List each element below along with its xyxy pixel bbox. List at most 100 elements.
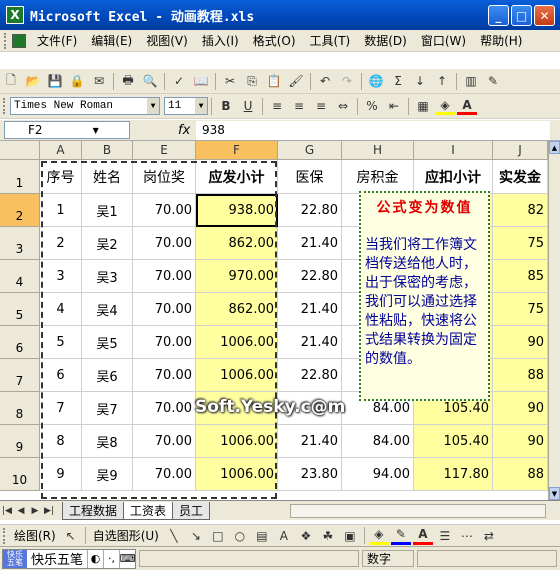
line-color-icon[interactable]: ✎ (390, 527, 411, 545)
menu-format[interactable]: 格式(O) (246, 32, 303, 49)
menu-edit[interactable]: 编辑(E) (84, 32, 139, 49)
column-title-f[interactable]: 应发小计 (196, 160, 278, 194)
row-header[interactable]: 6 (0, 326, 40, 359)
ime-moon-icon[interactable]: ◐ (87, 549, 103, 568)
font-color-icon[interactable]: A (412, 527, 433, 545)
column-title-i[interactable]: 应扣小计 (414, 160, 493, 194)
col-header-j[interactable]: J (493, 141, 548, 160)
col-header-e[interactable]: E (133, 141, 196, 160)
cell-e[interactable]: 70.00 (133, 260, 196, 293)
diagram-icon[interactable]: ❖ (296, 527, 316, 545)
email-icon[interactable]: ✉ (89, 72, 109, 90)
bold-icon[interactable]: B (216, 97, 236, 115)
cell-i[interactable]: 117.80 (414, 458, 493, 491)
select-objects-icon[interactable]: ↖ (61, 527, 81, 545)
underline-icon[interactable]: U (238, 97, 258, 115)
cell-g[interactable]: 21.40 (278, 425, 342, 458)
borders-icon[interactable]: ▦ (413, 97, 433, 115)
menu-tools[interactable]: 工具(T) (303, 32, 358, 49)
merge-center-icon[interactable]: ⇔ (333, 97, 353, 115)
font-size-select[interactable]: 11 ▼ (164, 97, 208, 115)
cell-h[interactable]: 94.00 (342, 458, 414, 491)
copy-icon[interactable]: ⎘ (242, 72, 262, 90)
cell-a[interactable]: 7 (40, 392, 82, 425)
row-header[interactable]: 3 (0, 227, 40, 260)
chart-wizard-icon[interactable]: ▥ (461, 72, 481, 90)
name-box[interactable]: F2 ▼ (4, 121, 130, 139)
menu-grip[interactable] (4, 32, 8, 49)
close-button[interactable]: ✕ (534, 5, 555, 26)
row-header[interactable]: 4 (0, 260, 40, 293)
scroll-up-icon[interactable]: ▲ (549, 141, 560, 154)
chevron-down-icon[interactable]: ▼ (147, 98, 159, 114)
cell-g[interactable]: 22.80 (278, 194, 342, 227)
cell-f[interactable]: 1006.00 (196, 458, 278, 491)
cell-j[interactable]: 88 (493, 458, 548, 491)
worksheet-grid[interactable]: A B E F G H I J 1 序号 姓名 岗位奖 应发小计 医保 房积金 应扣小计 实发金… (0, 141, 548, 500)
cell-a[interactable]: 8 (40, 425, 82, 458)
col-header-h[interactable]: H (342, 141, 414, 160)
arrow-style-icon[interactable]: ⇄ (479, 527, 499, 545)
sort-descending-icon[interactable]: ↑ (432, 72, 452, 90)
cell-h[interactable]: 84.00 (342, 425, 414, 458)
sheet-tab-engineering[interactable]: 工程数据 (62, 501, 125, 520)
cell-b[interactable]: 吴7 (82, 392, 133, 425)
toolbar-grip[interactable] (3, 527, 7, 544)
menu-help[interactable]: 帮助(H) (473, 32, 529, 49)
cell-i[interactable]: 105.40 (414, 425, 493, 458)
cell-j[interactable]: 90 (493, 326, 548, 359)
ime-toolbar[interactable]: 快乐 五笔 快乐五笔 ◐ ·, ⌨ (2, 548, 137, 569)
print-icon[interactable]: 🖶 (118, 72, 138, 90)
col-header-a[interactable]: A (40, 141, 82, 160)
column-title-g[interactable]: 医保 (278, 160, 342, 194)
paste-icon[interactable]: 📋 (264, 72, 284, 90)
permission-icon[interactable]: 🔒 (67, 72, 87, 90)
arrow-icon[interactable]: ↘ (186, 527, 206, 545)
column-title-e[interactable]: 岗位奖 (133, 160, 196, 194)
cell-b[interactable]: 吴9 (82, 458, 133, 491)
font-color-icon[interactable]: A (457, 97, 477, 115)
redo-icon[interactable]: ↷ (337, 72, 357, 90)
cell-j[interactable]: 75 (493, 227, 548, 260)
ime-name[interactable]: 快乐五笔 (27, 549, 87, 568)
undo-icon[interactable]: ↶ (315, 72, 335, 90)
chevron-down-icon[interactable]: ▼ (195, 98, 207, 114)
drawing-icon[interactable]: ✎ (483, 72, 503, 90)
align-left-icon[interactable]: ≡ (267, 97, 287, 115)
cell-b[interactable]: 吴1 (82, 194, 133, 227)
select-all-corner[interactable] (0, 141, 40, 160)
format-painter-icon[interactable]: 🖌 (286, 72, 306, 90)
line-icon[interactable]: ╲ (164, 527, 184, 545)
column-title-j[interactable]: 实发金 (493, 160, 548, 194)
next-sheet-icon[interactable]: ▶ (28, 504, 42, 518)
autoshapes-menu-button[interactable]: 自选图形(U) (89, 527, 163, 544)
col-header-i[interactable]: I (414, 141, 493, 160)
first-sheet-icon[interactable]: |◀ (0, 504, 14, 518)
print-preview-icon[interactable]: 🔍 (140, 72, 160, 90)
cell-b[interactable]: 吴3 (82, 260, 133, 293)
font-name-select[interactable]: Times New Roman ▼ (10, 97, 160, 115)
cell-e[interactable]: 70.00 (133, 359, 196, 392)
save-icon[interactable]: 💾 (45, 72, 65, 90)
oval-icon[interactable]: ○ (230, 527, 250, 545)
cell-g[interactable]: 21.40 (278, 227, 342, 260)
cell-b[interactable]: 吴5 (82, 326, 133, 359)
column-title-a[interactable]: 序号 (40, 160, 82, 194)
toolbar-grip[interactable] (3, 98, 7, 114)
cell-f[interactable]: 1006.00 (196, 359, 278, 392)
cell-e[interactable]: 70.00 (133, 392, 196, 425)
sheet-tab-salary[interactable]: 工资表 (123, 501, 174, 520)
last-sheet-icon[interactable]: ▶| (42, 504, 56, 518)
cell-e[interactable]: 70.00 (133, 458, 196, 491)
cell-f[interactable]: 862.00 (196, 293, 278, 326)
cell-f[interactable]: 862.00 (196, 227, 278, 260)
minimize-button[interactable]: _ (488, 5, 509, 26)
column-title-b[interactable]: 姓名 (82, 160, 133, 194)
cell-e[interactable]: 70.00 (133, 194, 196, 227)
rectangle-icon[interactable]: □ (208, 527, 228, 545)
row-header[interactable]: 8 (0, 392, 40, 425)
cell-a[interactable]: 3 (40, 260, 82, 293)
new-icon[interactable]: 🗋 (1, 72, 21, 90)
row-header-1[interactable]: 1 (0, 160, 40, 194)
column-title-h[interactable]: 房积金 (342, 160, 414, 194)
